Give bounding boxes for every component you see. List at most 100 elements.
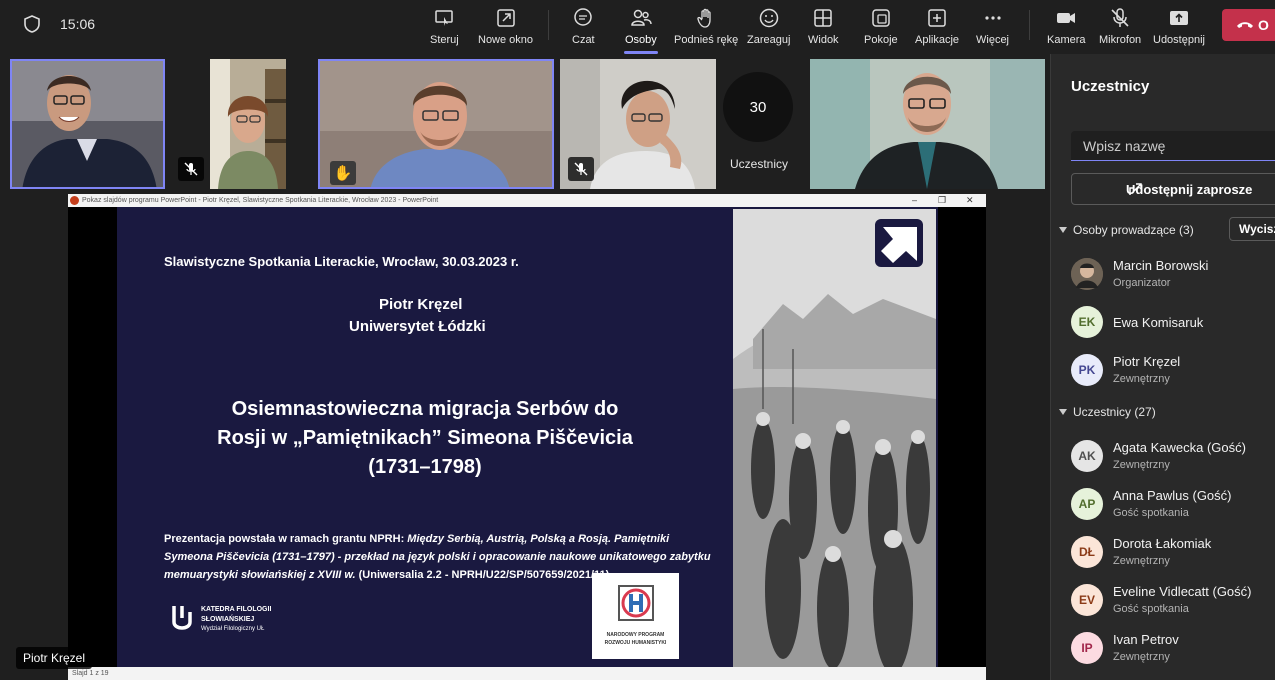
shared-screen: Pokaz slajdów programu PowerPoint - Piot… bbox=[68, 194, 986, 680]
slide-author: Piotr Kręzel bbox=[379, 296, 463, 313]
react-button[interactable]: Zareaguj bbox=[747, 4, 790, 50]
view-button[interactable]: Widok bbox=[808, 4, 839, 50]
slide-title-line1: Osiemnastowieczna migracja Serbów do bbox=[231, 398, 619, 420]
powerpoint-titlebar: Pokaz slajdów programu PowerPoint - Piot… bbox=[68, 194, 986, 207]
participant-name: Ewa Komisaruk bbox=[1113, 315, 1204, 330]
participant-role: Zewnętrzny bbox=[1113, 459, 1170, 471]
steruj-button[interactable]: Steruj bbox=[430, 4, 459, 50]
avatar: AK bbox=[1071, 440, 1103, 472]
participant-role: Zewnętrzny bbox=[1113, 373, 1170, 385]
participant-role: Gość spotkania bbox=[1113, 603, 1189, 615]
participant-item[interactable]: AP Anna Pawlus (Gość) Gość spotkania bbox=[1071, 484, 1275, 524]
avatar: PK bbox=[1071, 354, 1103, 386]
video-tile-participant[interactable] bbox=[560, 59, 716, 189]
participant-item[interactable]: AK Agata Kawecka (Gość) Zewnętrzny bbox=[1071, 436, 1275, 476]
participant-item[interactable]: EV Eveline Vidlecatt (Gość) Gość spotkan… bbox=[1071, 580, 1275, 620]
hang-up-icon bbox=[1237, 22, 1253, 28]
muted-indicator bbox=[568, 157, 594, 181]
people-button[interactable]: Osoby bbox=[625, 4, 657, 50]
slide-title-line2: Rosji w „Pamiętnikach” Simeona Piščevici… bbox=[217, 427, 633, 449]
raise-hand-label: Podnieś rękę bbox=[674, 34, 739, 46]
chat-label: Czat bbox=[572, 34, 595, 46]
slide-engraving-image bbox=[733, 209, 936, 667]
participant-video bbox=[12, 61, 163, 187]
more-button[interactable]: Więcej bbox=[976, 4, 1009, 50]
share-button[interactable]: Udostępnij bbox=[1153, 4, 1205, 50]
react-label: Zareaguj bbox=[747, 34, 791, 46]
participant-count: 30 bbox=[749, 98, 767, 116]
participant-name: Piotr Kręzel bbox=[1113, 354, 1181, 369]
restore-icon[interactable]: ❐ bbox=[938, 194, 946, 207]
participants-panel: Uczestnicy Wpisz nazwę Udostępnij zapros… bbox=[1050, 54, 1275, 680]
video-tile-participant[interactable] bbox=[168, 59, 316, 189]
arrow-logo-icon bbox=[875, 219, 923, 267]
new-window-button[interactable]: Nowe okno bbox=[478, 4, 533, 50]
participant-role: Gość spotkania bbox=[1113, 507, 1189, 519]
nprh-line2: ROZWOJU HUMANISTYKI bbox=[604, 640, 667, 646]
people-label: Osoby bbox=[625, 34, 657, 46]
participant-item[interactable]: Marcin Borowski Organizator bbox=[1071, 254, 1275, 294]
participant-item[interactable]: DŁ Dorota Łakomiak Zewnętrzny bbox=[1071, 532, 1275, 572]
meeting-timer: 15:06 bbox=[60, 16, 96, 32]
participant-item[interactable]: EK Ewa Komisaruk bbox=[1071, 302, 1275, 342]
rooms-button[interactable]: Pokoje bbox=[864, 4, 898, 50]
leave-label: O bbox=[1258, 17, 1269, 33]
video-tile-participant[interactable] bbox=[10, 59, 165, 189]
powerpoint-icon bbox=[70, 196, 79, 205]
participant-name: Eveline Vidlecatt (Gość) bbox=[1113, 584, 1252, 599]
participant-role: Zewnętrzny bbox=[1113, 651, 1170, 663]
grant-prefix: Prezentacja powstała w ramach grantu NPR… bbox=[164, 533, 408, 545]
organizers-section-header[interactable]: Osoby prowadzące (3) bbox=[1059, 223, 1194, 237]
shield-icon[interactable] bbox=[22, 14, 42, 34]
video-tile-participant[interactable] bbox=[810, 59, 1045, 189]
participant-counter-label: Uczestnicy bbox=[729, 157, 788, 171]
toolbar-divider bbox=[1029, 10, 1030, 40]
rooms-label: Pokoje bbox=[864, 34, 898, 46]
raised-hand-indicator: ✋ bbox=[330, 161, 356, 185]
mic-button[interactable]: Mikrofon bbox=[1099, 4, 1141, 50]
participant-item[interactable]: PK Piotr Kręzel Zewnętrzny bbox=[1071, 350, 1275, 390]
participant-counter[interactable]: 30 bbox=[723, 72, 793, 142]
panel-title: Uczestnicy bbox=[1071, 78, 1150, 95]
attendees-section-header[interactable]: Uczestnicy (27) bbox=[1059, 405, 1156, 419]
chevron-down-icon bbox=[1059, 227, 1067, 233]
dept-line3: Wydział Filologiczny UŁ bbox=[201, 626, 265, 632]
new-window-icon bbox=[496, 9, 515, 27]
muted-indicator bbox=[178, 157, 204, 181]
nprh-emblem-icon bbox=[618, 585, 654, 621]
leave-button[interactable]: O bbox=[1222, 9, 1275, 41]
avatar-photo bbox=[1071, 258, 1103, 290]
chat-button[interactable]: Czat bbox=[572, 4, 595, 50]
share-icon bbox=[1169, 11, 1188, 25]
react-icon bbox=[759, 8, 778, 28]
view-label: Widok bbox=[808, 34, 839, 46]
avatar: IP bbox=[1071, 632, 1103, 664]
attendees-header-label: Uczestnicy (27) bbox=[1073, 405, 1156, 419]
nprh-logo: NARODOWY PROGRAM ROZWOJU HUMANISTYKI bbox=[592, 573, 679, 659]
presenter-name-tag: Piotr Kręzel bbox=[16, 647, 93, 669]
participant-name: Marcin Borowski bbox=[1113, 258, 1209, 273]
organizers-header-label: Osoby prowadzące (3) bbox=[1073, 223, 1194, 237]
participant-video bbox=[210, 59, 286, 189]
camera-button[interactable]: Kamera bbox=[1047, 4, 1086, 50]
search-input[interactable]: Wpisz nazwę bbox=[1071, 131, 1275, 161]
mute-all-label: Wycisz bbox=[1239, 222, 1275, 236]
toolbar-divider bbox=[548, 10, 549, 40]
share-control-icon bbox=[435, 10, 454, 26]
participant-item[interactable]: IP Ivan Petrov Zewnętrzny bbox=[1071, 628, 1275, 668]
avatar bbox=[1071, 258, 1103, 290]
view-icon bbox=[814, 9, 833, 27]
apps-label: Aplikacje bbox=[915, 34, 960, 46]
apps-button[interactable]: Aplikacje bbox=[915, 4, 959, 50]
apps-icon bbox=[928, 9, 946, 27]
powerpoint-window-title: Pokaz slajdów programu PowerPoint - Piot… bbox=[82, 197, 439, 204]
participant-name: Agata Kawecka (Gość) bbox=[1113, 440, 1246, 455]
close-icon[interactable]: ✕ bbox=[966, 194, 974, 207]
slide-event: Slawistyczne Spotkania Literackie, Wrocł… bbox=[164, 254, 519, 269]
minimize-icon[interactable]: – bbox=[912, 194, 917, 207]
mute-all-button[interactable]: Wycisz bbox=[1229, 217, 1275, 241]
video-tile-participant[interactable]: ✋ bbox=[318, 59, 554, 189]
raise-hand-button[interactable]: Podnieś rękę bbox=[674, 4, 738, 50]
share-invite-button[interactable]: Udostępnij zaprosze bbox=[1071, 173, 1275, 205]
nprh-line1: NARODOWY PROGRAM bbox=[606, 632, 665, 638]
